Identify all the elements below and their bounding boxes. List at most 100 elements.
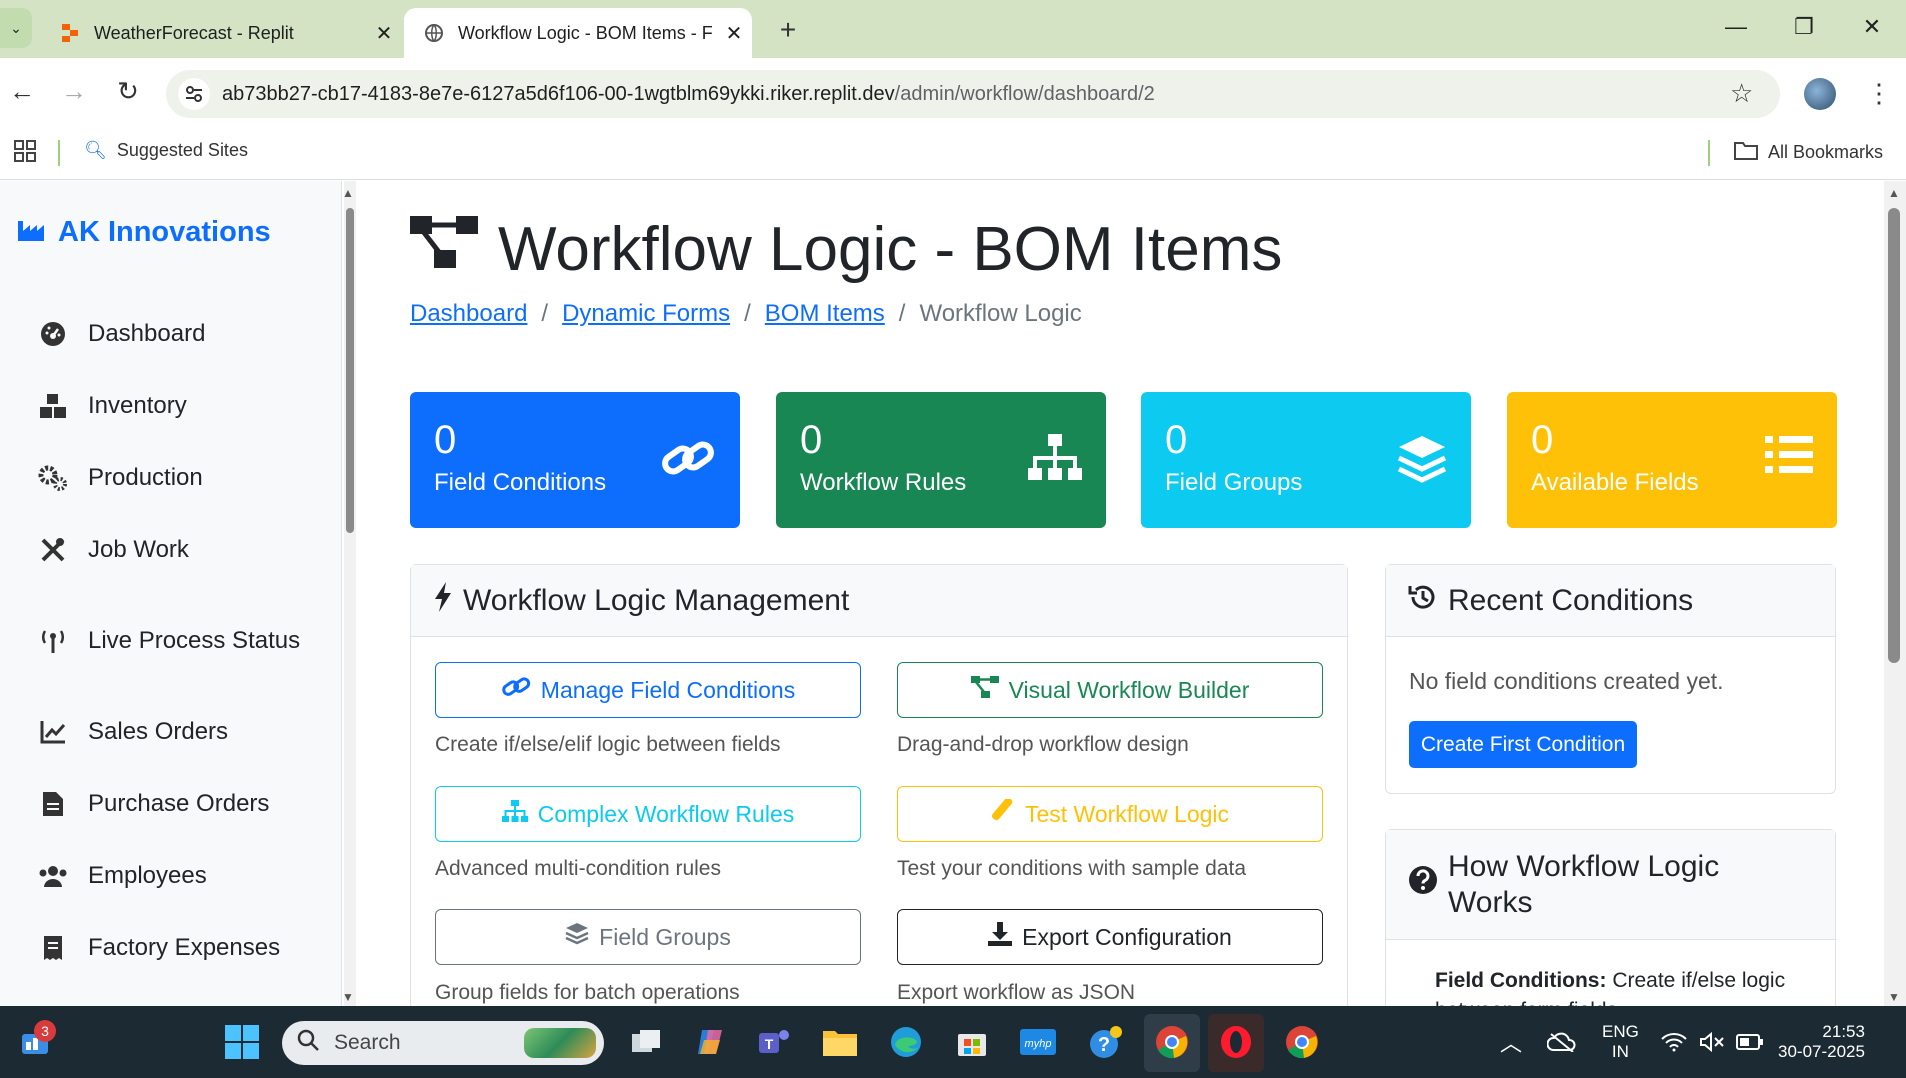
- sidebar-item-employees[interactable]: Employees: [38, 862, 207, 890]
- tab-search-button[interactable]: ⌄: [0, 8, 32, 48]
- sidebar-item-inventory[interactable]: Inventory: [38, 392, 187, 420]
- action-description: Export workflow as JSON: [897, 981, 1136, 1004]
- download-icon: [988, 922, 1013, 952]
- test-workflow-logic-button[interactable]: Test Workflow Logic: [897, 786, 1323, 842]
- search-icon: [296, 1028, 320, 1058]
- visual-workflow-builder-button[interactable]: Visual Workflow Builder: [897, 662, 1323, 718]
- history-icon: [1408, 582, 1438, 620]
- sidebar-item-production[interactable]: Production: [38, 464, 203, 492]
- profile-avatar[interactable]: [1804, 78, 1836, 110]
- svg-text:myhp: myhp: [1025, 1038, 1052, 1050]
- bookmark-suggested-sites[interactable]: 🔍︎ Suggested Sites: [84, 140, 248, 161]
- url-text[interactable]: ab73bb27-cb17-4183-8e7e-6127a5d6f106-00-…: [222, 83, 1155, 106]
- sidebar-item-dashboard[interactable]: Dashboard: [38, 320, 205, 348]
- wifi-icon[interactable]: [1654, 1018, 1694, 1066]
- sidebar-item-sales-orders[interactable]: Sales Orders: [38, 718, 228, 746]
- sidebar-item-purchase-orders[interactable]: Purchase Orders: [38, 790, 269, 818]
- close-tab-icon[interactable]: ✕: [366, 21, 402, 46]
- project-diagram-icon: [410, 214, 480, 285]
- sidebar-scroll-thumb[interactable]: [346, 208, 354, 533]
- sidebar-item-job-work[interactable]: Job Work: [38, 536, 189, 564]
- bing-highlight-icon: [524, 1028, 596, 1058]
- breadcrumb-dynamic-forms-link[interactable]: Dynamic Forms: [562, 300, 730, 328]
- brand-logo[interactable]: AK Innovations: [18, 216, 271, 249]
- page-title: Workflow Logic - BOM Items: [410, 214, 1282, 285]
- microsoft-store-icon[interactable]: [950, 1018, 994, 1066]
- stat-card-available-fields: 0 Available Fields: [1507, 392, 1837, 528]
- replit-favicon-icon: [60, 23, 80, 43]
- how-step-1: 1. Field Conditions: Create if/else logi…: [1435, 969, 1786, 1006]
- receipt-icon: [38, 935, 68, 961]
- bookmark-star-icon[interactable]: ☆: [1730, 78, 1753, 109]
- all-bookmarks-button[interactable]: All Bookmarks: [1734, 140, 1883, 165]
- svg-text:T: T: [765, 1036, 774, 1052]
- scroll-down-arrow-icon[interactable]: ▼: [342, 990, 354, 1004]
- teams-icon[interactable]: T: [752, 1018, 796, 1066]
- system-clock[interactable]: 21:53 30-07-2025: [1778, 1022, 1865, 1062]
- card-header: How Workflow Logic Works: [1386, 830, 1835, 940]
- bolt-icon: [433, 581, 453, 620]
- tab-title: Workflow Logic - BOM Items - F: [458, 22, 713, 43]
- reload-button[interactable]: ↻: [110, 76, 146, 107]
- create-first-condition-button[interactable]: Create First Condition: [1409, 721, 1637, 768]
- chrome-icon[interactable]: [1150, 1018, 1194, 1066]
- chevron-up-icon[interactable]: ︿: [1500, 1026, 1522, 1058]
- language-indicator[interactable]: ENG IN: [1602, 1022, 1639, 1062]
- task-view-icon[interactable]: [624, 1018, 668, 1066]
- scroll-up-arrow-icon[interactable]: ▲: [342, 186, 354, 200]
- main-scroll-thumb[interactable]: [1888, 208, 1900, 663]
- gears-icon: [38, 465, 68, 491]
- sidebar-item-factory-expenses[interactable]: Factory Expenses: [38, 934, 280, 962]
- sitemap-icon: [1028, 434, 1082, 487]
- action-description: Test your conditions with sample data: [897, 857, 1247, 880]
- sidebar-item-live-process-status[interactable]: Live Process Status: [38, 627, 300, 655]
- site-info-icon[interactable]: [178, 78, 210, 110]
- help-icon[interactable]: ?: [1084, 1018, 1128, 1066]
- edge-icon[interactable]: [884, 1018, 928, 1066]
- breadcrumb-bom-items-link[interactable]: BOM Items: [765, 300, 885, 328]
- action-description: Create if/else/elif logic between fields: [435, 733, 781, 756]
- windows-start-icon[interactable]: [220, 1018, 264, 1066]
- export-configuration-button[interactable]: Export Configuration: [897, 909, 1323, 965]
- myhp-icon[interactable]: myhp: [1016, 1018, 1060, 1066]
- chevron-down-icon: ⌄: [10, 19, 22, 36]
- notification-badge: 3: [34, 1020, 56, 1042]
- chrome-icon[interactable]: [1280, 1018, 1324, 1066]
- opera-icon[interactable]: [1214, 1018, 1258, 1066]
- back-button[interactable]: ←: [4, 76, 40, 107]
- apps-grid-icon[interactable]: [14, 140, 36, 168]
- file-explorer-icon[interactable]: [818, 1018, 862, 1066]
- tab-weatherforecast[interactable]: WeatherForecast - Replit ✕: [40, 8, 402, 58]
- complex-workflow-rules-button[interactable]: Complex Workflow Rules: [435, 786, 861, 842]
- factory-icon: [18, 216, 48, 249]
- field-groups-button[interactable]: Field Groups: [435, 909, 861, 965]
- action-description: Drag-and-drop workflow design: [897, 733, 1189, 756]
- breadcrumb: Dashboard / Dynamic Forms / BOM Items / …: [410, 300, 1082, 328]
- minimize-button[interactable]: —: [1716, 14, 1756, 40]
- copilot-icon[interactable]: [688, 1018, 732, 1066]
- manage-field-conditions-button[interactable]: Manage Field Conditions: [435, 662, 861, 718]
- taskbar-search-input[interactable]: Search: [282, 1021, 604, 1065]
- forward-button[interactable]: →: [56, 76, 92, 107]
- new-tab-button[interactable]: +: [770, 14, 806, 46]
- stat-card-field-conditions: 0 Field Conditions: [410, 392, 740, 528]
- more-menu-icon[interactable]: ⋮: [1866, 78, 1892, 109]
- chart-line-icon: [38, 720, 68, 744]
- battery-icon[interactable]: [1730, 1018, 1770, 1066]
- sitemap-icon: [501, 800, 528, 828]
- scroll-up-arrow-icon[interactable]: ▲: [1888, 186, 1900, 200]
- bookmark-separator: [1708, 140, 1710, 166]
- onedrive-icon[interactable]: [1540, 1018, 1584, 1066]
- close-tab-icon[interactable]: ✕: [716, 21, 752, 46]
- folder-icon: [1734, 140, 1758, 165]
- breadcrumb-dashboard-link[interactable]: Dashboard: [410, 300, 527, 328]
- file-invoice-icon: [38, 791, 68, 817]
- restore-button[interactable]: ❐: [1784, 14, 1824, 40]
- scroll-down-arrow-icon[interactable]: ▼: [1888, 990, 1900, 1004]
- close-window-button[interactable]: ✕: [1852, 14, 1892, 40]
- link-icon: [501, 675, 531, 705]
- volume-muted-icon[interactable]: [1692, 1018, 1732, 1066]
- broadcast-tower-icon: [38, 628, 68, 654]
- tab-workflow-logic[interactable]: Workflow Logic - BOM Items - F ✕: [404, 8, 752, 58]
- bookmark-separator: [58, 140, 60, 166]
